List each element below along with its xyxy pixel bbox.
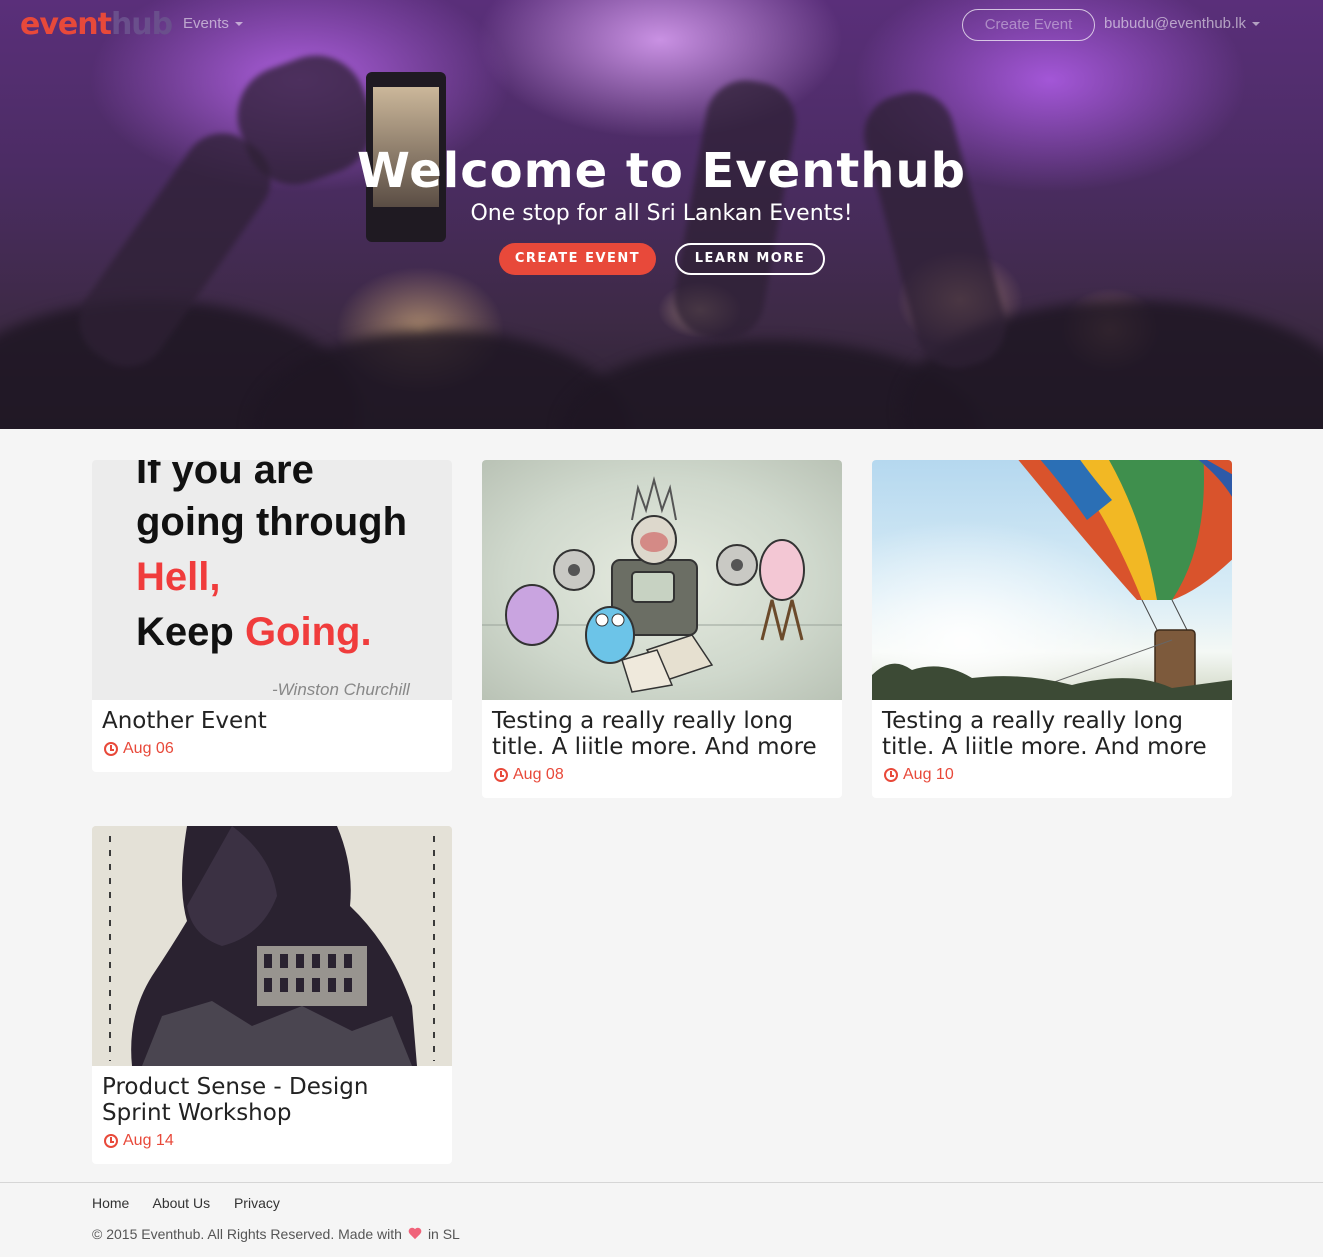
nav-create-event-button[interactable]: Create Event [962, 9, 1095, 41]
event-title[interactable]: Product Sense - Design Sprint Workshop [92, 1066, 452, 1126]
clock-icon [884, 768, 898, 782]
footer-link-privacy[interactable]: Privacy [234, 1195, 280, 1211]
event-date: Aug 06 [92, 734, 452, 772]
quote-line: Keep Going. [136, 610, 372, 654]
copyright-suffix: in SL [427, 1226, 460, 1242]
event-card[interactable]: Testing a really really long title. A li… [482, 460, 842, 798]
footer-copyright: © 2015 Eventhub. All Rights Reserved. Ma… [92, 1226, 460, 1242]
event-date-text: Aug 06 [123, 740, 174, 757]
event-date-text: Aug 08 [513, 766, 564, 783]
clock-icon [494, 768, 508, 782]
copyright-text: © 2015 Eventhub. All Rights Reserved. Ma… [92, 1226, 402, 1242]
cartoon-illustration [482, 476, 842, 693]
footer-link-home[interactable]: Home [92, 1195, 129, 1211]
hero-subtitle: One stop for all Sri Lankan Events! [470, 201, 853, 226]
event-title[interactable]: Testing a really really long title. A li… [482, 700, 842, 760]
quote-line: If you are [136, 460, 314, 492]
arm-shape [855, 83, 1015, 377]
event-image[interactable]: If you are going through Hell, Keep Goin… [92, 460, 452, 700]
event-card[interactable]: If you are going through Hell, Keep Goin… [92, 460, 452, 772]
event-date: Aug 08 [482, 760, 842, 798]
logo-hub: hub [110, 7, 173, 42]
quote-author: -Winston Churchill [272, 680, 410, 699]
events-dropdown-label: Events [183, 15, 229, 32]
hero-banner: eventhub Events Create Event bubudu@even… [0, 0, 1323, 429]
top-navbar: eventhub Events Create Event bubudu@even… [0, 0, 1323, 50]
heart-icon [408, 1228, 422, 1240]
hero-title: Welcome to Eventhub [356, 143, 967, 199]
footer-link-about[interactable]: About Us [152, 1195, 210, 1211]
footer-links: Home About Us Privacy [92, 1195, 300, 1211]
event-image[interactable] [872, 460, 1232, 700]
balloon-illustration [872, 460, 1232, 700]
quote-line: Hell, [136, 555, 221, 599]
event-date: Aug 14 [92, 1126, 452, 1164]
quote-line: going through [136, 500, 408, 544]
event-title[interactable]: Testing a really really long title. A li… [872, 700, 1232, 760]
logo[interactable]: eventhub [20, 6, 173, 44]
create-event-button[interactable]: CREATE EVENT [499, 243, 656, 275]
event-card[interactable]: Testing a really really long title. A li… [872, 460, 1232, 798]
learn-more-button[interactable]: LEARN MORE [675, 243, 825, 275]
footer-divider [0, 1182, 1323, 1183]
clock-icon [104, 742, 118, 756]
event-title[interactable]: Another Event [92, 700, 452, 734]
event-image[interactable] [482, 460, 842, 700]
event-date: Aug 10 [872, 760, 1232, 798]
clock-icon [104, 1134, 118, 1148]
user-email: bubudu@eventhub.lk [1104, 15, 1247, 32]
event-date-text: Aug 14 [123, 1132, 174, 1149]
poster-illustration [92, 826, 452, 1066]
event-image[interactable] [92, 826, 452, 1066]
user-dropdown[interactable]: bubudu@eventhub.lk [1104, 15, 1261, 32]
logo-event: event [20, 7, 112, 42]
chevron-down-icon [1252, 22, 1261, 27]
chevron-down-icon [234, 22, 243, 27]
events-dropdown[interactable]: Events [183, 15, 243, 32]
event-date-text: Aug 10 [903, 766, 954, 783]
event-card[interactable]: Product Sense - Design Sprint Workshop A… [92, 826, 452, 1164]
